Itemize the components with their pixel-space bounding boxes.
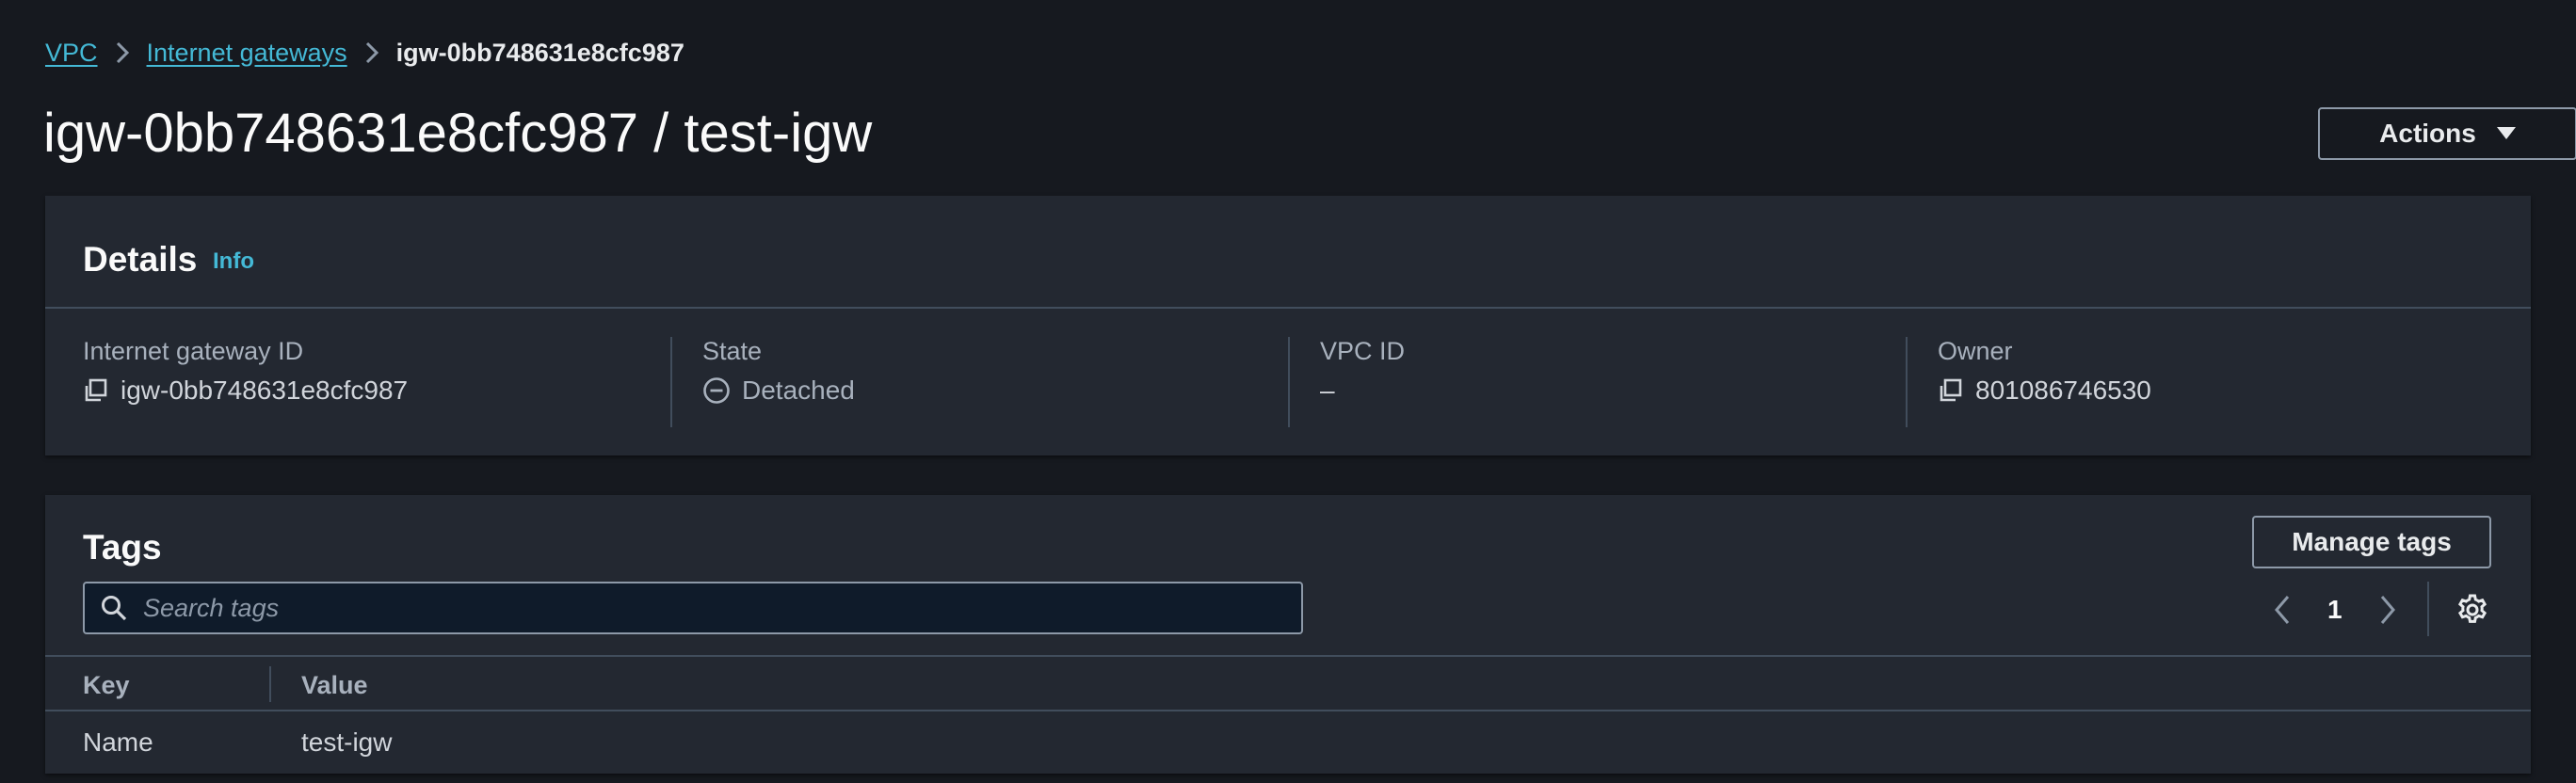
breadcrumb-link-vpc[interactable]: VPC (45, 39, 98, 68)
preferences-button[interactable] (2452, 589, 2493, 631)
detail-value: – (1320, 375, 1405, 407)
table-row: Name test-igw (45, 711, 2531, 772)
details-heading: Details (83, 240, 198, 279)
detail-label: VPC ID (1320, 337, 1406, 365)
column-resize-handle[interactable] (269, 666, 271, 702)
detail-value: 801086746530 (1938, 375, 2151, 407)
gear-icon (2455, 593, 2489, 627)
column-divider (1906, 337, 1908, 427)
detail-internet-gateway-id: Internet gateway ID igw-0bb748631e8cfc98… (83, 335, 408, 407)
actions-button[interactable]: Actions (2318, 107, 2576, 160)
tags-heading: Tags (83, 528, 162, 567)
column-header-key[interactable]: Key (83, 670, 130, 700)
breadcrumb-link-internet-gateways[interactable]: Internet gateways (147, 39, 347, 68)
manage-tags-button[interactable]: Manage tags (2252, 516, 2491, 568)
detail-value: Detached (702, 375, 855, 407)
detail-owner: Owner 801086746530 (1938, 335, 2151, 407)
detached-status-icon (702, 376, 731, 405)
info-link[interactable]: Info (213, 248, 254, 275)
column-divider (670, 337, 672, 427)
detail-label: Internet gateway ID (83, 337, 304, 365)
vpc-id-value: – (1320, 376, 1335, 405)
tags-panel: Tags Manage tags 1 Key Value (45, 495, 2531, 774)
detail-label: Owner (1938, 337, 2013, 365)
details-header: Details Info (45, 196, 2531, 309)
detail-label: State (702, 337, 763, 365)
tags-table-header: Key Value (45, 655, 2531, 711)
search-tags-input[interactable] (141, 592, 1301, 624)
caret-down-icon (2496, 127, 2516, 140)
previous-page-button[interactable] (2273, 585, 2292, 634)
tag-key-cell: Name (83, 727, 153, 757)
copy-icon[interactable] (83, 377, 109, 404)
state-value: Detached (742, 376, 855, 405)
breadcrumb: VPC Internet gateways igw-0bb748631e8cfc… (45, 36, 684, 70)
owner-value: 801086746530 (1975, 376, 2151, 405)
column-header-value[interactable]: Value (301, 670, 368, 700)
current-page-number[interactable]: 1 (2327, 589, 2343, 631)
details-panel: Details Info Internet gateway ID igw-0bb… (45, 196, 2531, 455)
detail-value: igw-0bb748631e8cfc987 (83, 375, 408, 407)
search-icon (100, 594, 128, 622)
chevron-left-icon (2273, 594, 2292, 626)
chevron-right-icon (98, 40, 147, 65)
chevron-right-icon (2378, 594, 2397, 626)
page-title: igw-0bb748631e8cfc987 / test-igw (43, 103, 873, 164)
tag-value-cell: test-igw (301, 727, 393, 757)
copy-icon[interactable] (1938, 377, 1964, 404)
chevron-right-icon (347, 40, 396, 65)
actions-button-label: Actions (2379, 119, 2476, 148)
column-divider (1288, 337, 1290, 427)
internet-gateway-id-value: igw-0bb748631e8cfc987 (121, 376, 409, 405)
detail-vpc-id: VPC ID – (1320, 335, 1405, 407)
next-page-button[interactable] (2378, 585, 2397, 634)
search-tags-box (83, 582, 1303, 634)
detail-state: State Detached (702, 335, 855, 407)
pager-divider (2427, 582, 2429, 636)
breadcrumb-current: igw-0bb748631e8cfc987 (395, 38, 684, 67)
